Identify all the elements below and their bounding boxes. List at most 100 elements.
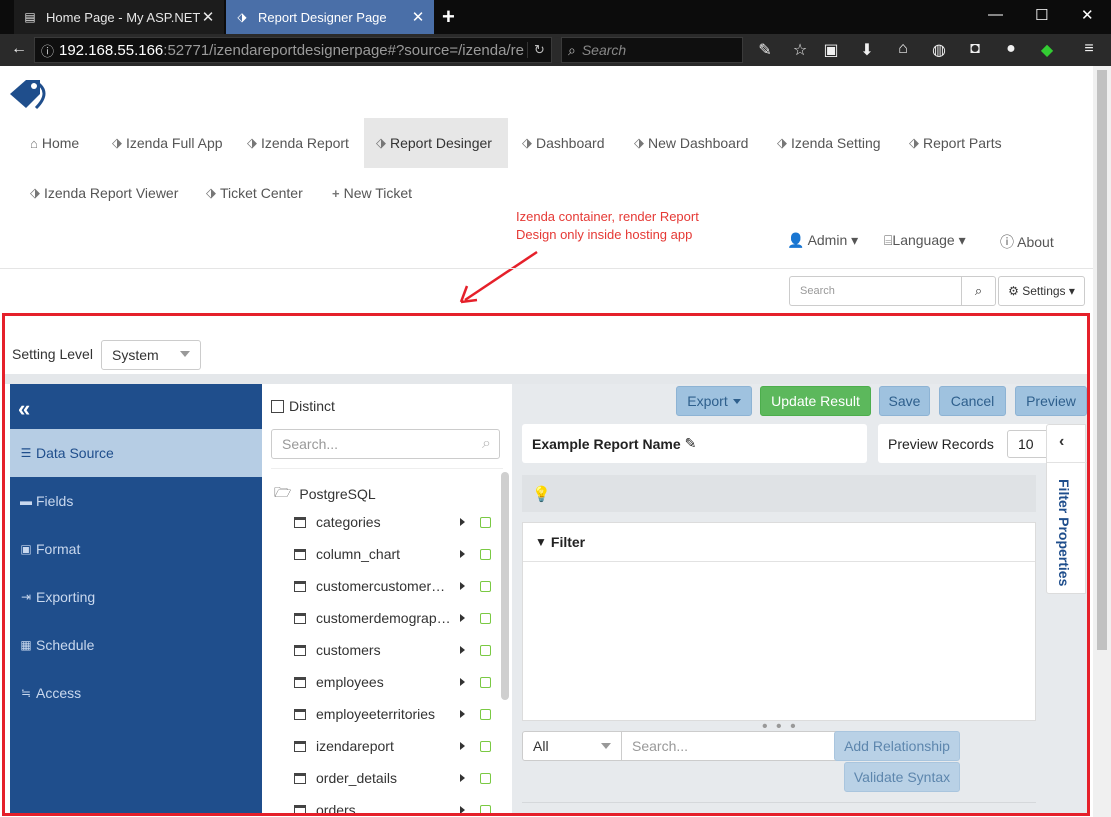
table-checkbox[interactable] [480,740,491,752]
menu-item-new-ticket[interactable]: + New Ticket [320,168,424,218]
tree-scrollbar[interactable] [501,472,509,700]
menu-item-izenda-report[interactable]: ⬗ Izenda Report [235,118,361,168]
admin-menu[interactable]: 👤 Admin ▾ [787,232,858,249]
browser-tab-report-designer[interactable]: ⬗ Report Designer Page ✕ [226,0,434,34]
settings-button[interactable]: ⚙ Settings ▾ [998,276,1085,306]
tree-row-table[interactable]: customercustomerdemo [294,570,494,602]
tree-row-table[interactable]: customers [294,634,494,666]
page-scrollbar[interactable] [1093,66,1111,817]
nav-item-data-source[interactable]: ☰ Data Source [10,429,262,477]
menu-item-ticket-center[interactable]: ⬗ Ticket Center [194,168,315,218]
cancel-button[interactable]: Cancel [939,386,1006,416]
wrench-icon[interactable]: ✎ [754,40,776,60]
tree-row-table[interactable]: column_chart [294,538,494,570]
caret-right-icon[interactable] [460,550,465,558]
browser-tab-home[interactable]: ▤ Home Page - My ASP.NET... ✕ [14,0,224,34]
nav-item-fields[interactable]: ▬ Fields [10,477,262,525]
collapse-chevrons-icon[interactable]: « [18,396,30,422]
pencil-icon[interactable]: ✎ [685,435,697,452]
new-tab-button[interactable]: + [442,4,455,30]
menu-item-report-designer[interactable]: ⬗ Report Desinger [364,118,508,168]
menu-item-report-parts[interactable]: ⬗ Report Parts [897,118,1014,168]
about-link[interactable]: ⓘ About [1000,232,1054,252]
tree-row-table[interactable]: employees [294,666,494,698]
report-name[interactable]: Example Report Name ✎ [522,424,867,463]
lightbulb-icon[interactable]: 💡 [532,485,551,503]
distinct-checkbox[interactable]: Distinct [271,398,335,414]
tree-root-postgresql[interactable]: 🗁 PostgreSQL [274,482,376,506]
reload-icon[interactable]: ↻ [527,42,551,58]
shield-icon[interactable]: ◆ [1036,40,1058,60]
menu-item-dashboard[interactable]: ⬗ Dashboard [510,118,617,168]
table-checkbox[interactable] [480,516,491,528]
maximize-icon[interactable]: ☐ [1035,6,1048,24]
tree-row-table[interactable]: orders [294,794,494,813]
clipboard-icon[interactable]: ▣ [820,40,842,60]
caret-right-icon[interactable] [460,582,465,590]
table-checkbox[interactable] [480,644,491,656]
filter-properties-panel[interactable]: ‹ Filter Properties [1046,424,1087,594]
validate-syntax-button[interactable]: Validate Syntax [844,762,960,792]
caret-right-icon[interactable] [460,614,465,622]
nav-item-schedule[interactable]: ▦ Schedule [10,621,262,669]
table-checkbox[interactable] [480,548,491,560]
menu-item-izenda-full-app[interactable]: ⬗ Izenda Full App [100,118,235,168]
globe-icon[interactable]: ◍ [928,40,950,60]
menu-item-home[interactable]: ⌂ Home [18,118,91,168]
tree-row-table[interactable]: izendareport [294,730,494,762]
export-button[interactable]: Export [676,386,752,416]
extension-icon[interactable]: ● [1000,40,1022,58]
download-icon[interactable]: ⬇ [856,40,878,60]
checkbox-box[interactable] [271,399,284,413]
preview-button[interactable]: Preview [1015,386,1087,416]
table-checkbox[interactable] [480,612,491,624]
table-checkbox[interactable] [480,708,491,720]
minimize-icon[interactable]: — [988,6,1003,23]
close-icon[interactable]: ✕ [200,8,216,26]
menu-item-izenda-setting[interactable]: ⬗ Izenda Setting [765,118,893,168]
table-checkbox[interactable] [480,676,491,688]
caret-right-icon[interactable] [460,710,465,718]
header-search-button[interactable]: ⌕ [961,276,996,306]
close-icon[interactable]: ✕ [410,8,426,26]
tree-row-table[interactable]: customerdemographics [294,602,494,634]
tree-row-table[interactable]: employeeterritories [294,698,494,730]
nav-item-access[interactable]: ≒ Access [10,669,262,717]
caret-right-icon[interactable] [460,806,465,813]
field-search-input[interactable]: Search... [622,731,862,761]
tree-row-table[interactable]: order_details [294,762,494,794]
save-button[interactable]: Save [879,386,930,416]
caret-right-icon[interactable] [460,742,465,750]
table-checkbox[interactable] [480,580,491,592]
resize-handle[interactable]: • • • [762,719,798,735]
chevron-left-icon[interactable]: ‹ [1059,433,1064,451]
table-checkbox[interactable] [480,772,491,784]
caret-right-icon[interactable] [460,678,465,686]
language-menu[interactable]: ⌸Language ▾ [884,232,966,249]
field-filter-select[interactable]: All [522,731,622,761]
address-bar[interactable]: ⓘ 192.168.55.166:52771/izendareportdesig… [34,37,552,63]
back-arrow-icon[interactable]: ← [8,40,30,58]
pocket-icon[interactable]: ◘ [964,40,986,58]
header-search-input[interactable]: Search [789,276,962,306]
filter-header[interactable]: ▼ Filter [523,523,1035,562]
table-checkbox[interactable] [480,804,491,813]
star-icon[interactable]: ☆ [789,40,811,60]
tree-row-table[interactable]: categories [294,506,494,538]
browser-search-box[interactable]: ⌕ Search [561,37,743,63]
caret-right-icon[interactable] [460,518,465,526]
menu-item-new-dashboard[interactable]: ⬗ New Dashboard [622,118,760,168]
caret-right-icon[interactable] [460,646,465,654]
add-relationship-button[interactable]: Add Relationship [834,731,960,761]
scrollbar-thumb[interactable] [1097,70,1107,650]
caret-right-icon[interactable] [460,774,465,782]
hamburger-menu-icon[interactable]: ≡ [1078,40,1100,58]
update-result-button[interactable]: Update Result [760,386,871,416]
nav-item-format[interactable]: ▣ Format [10,525,262,573]
window-close-icon[interactable]: ✕ [1081,6,1094,24]
tree-search-input[interactable]: Search... ⌕ [271,429,500,459]
nav-item-exporting[interactable]: ⇥ Exporting [10,573,262,621]
setting-level-select[interactable]: System [101,340,201,370]
home-icon[interactable]: ⌂ [892,40,914,58]
menu-item-izenda-report-viewer[interactable]: ⬗ Izenda Report Viewer [18,168,190,218]
